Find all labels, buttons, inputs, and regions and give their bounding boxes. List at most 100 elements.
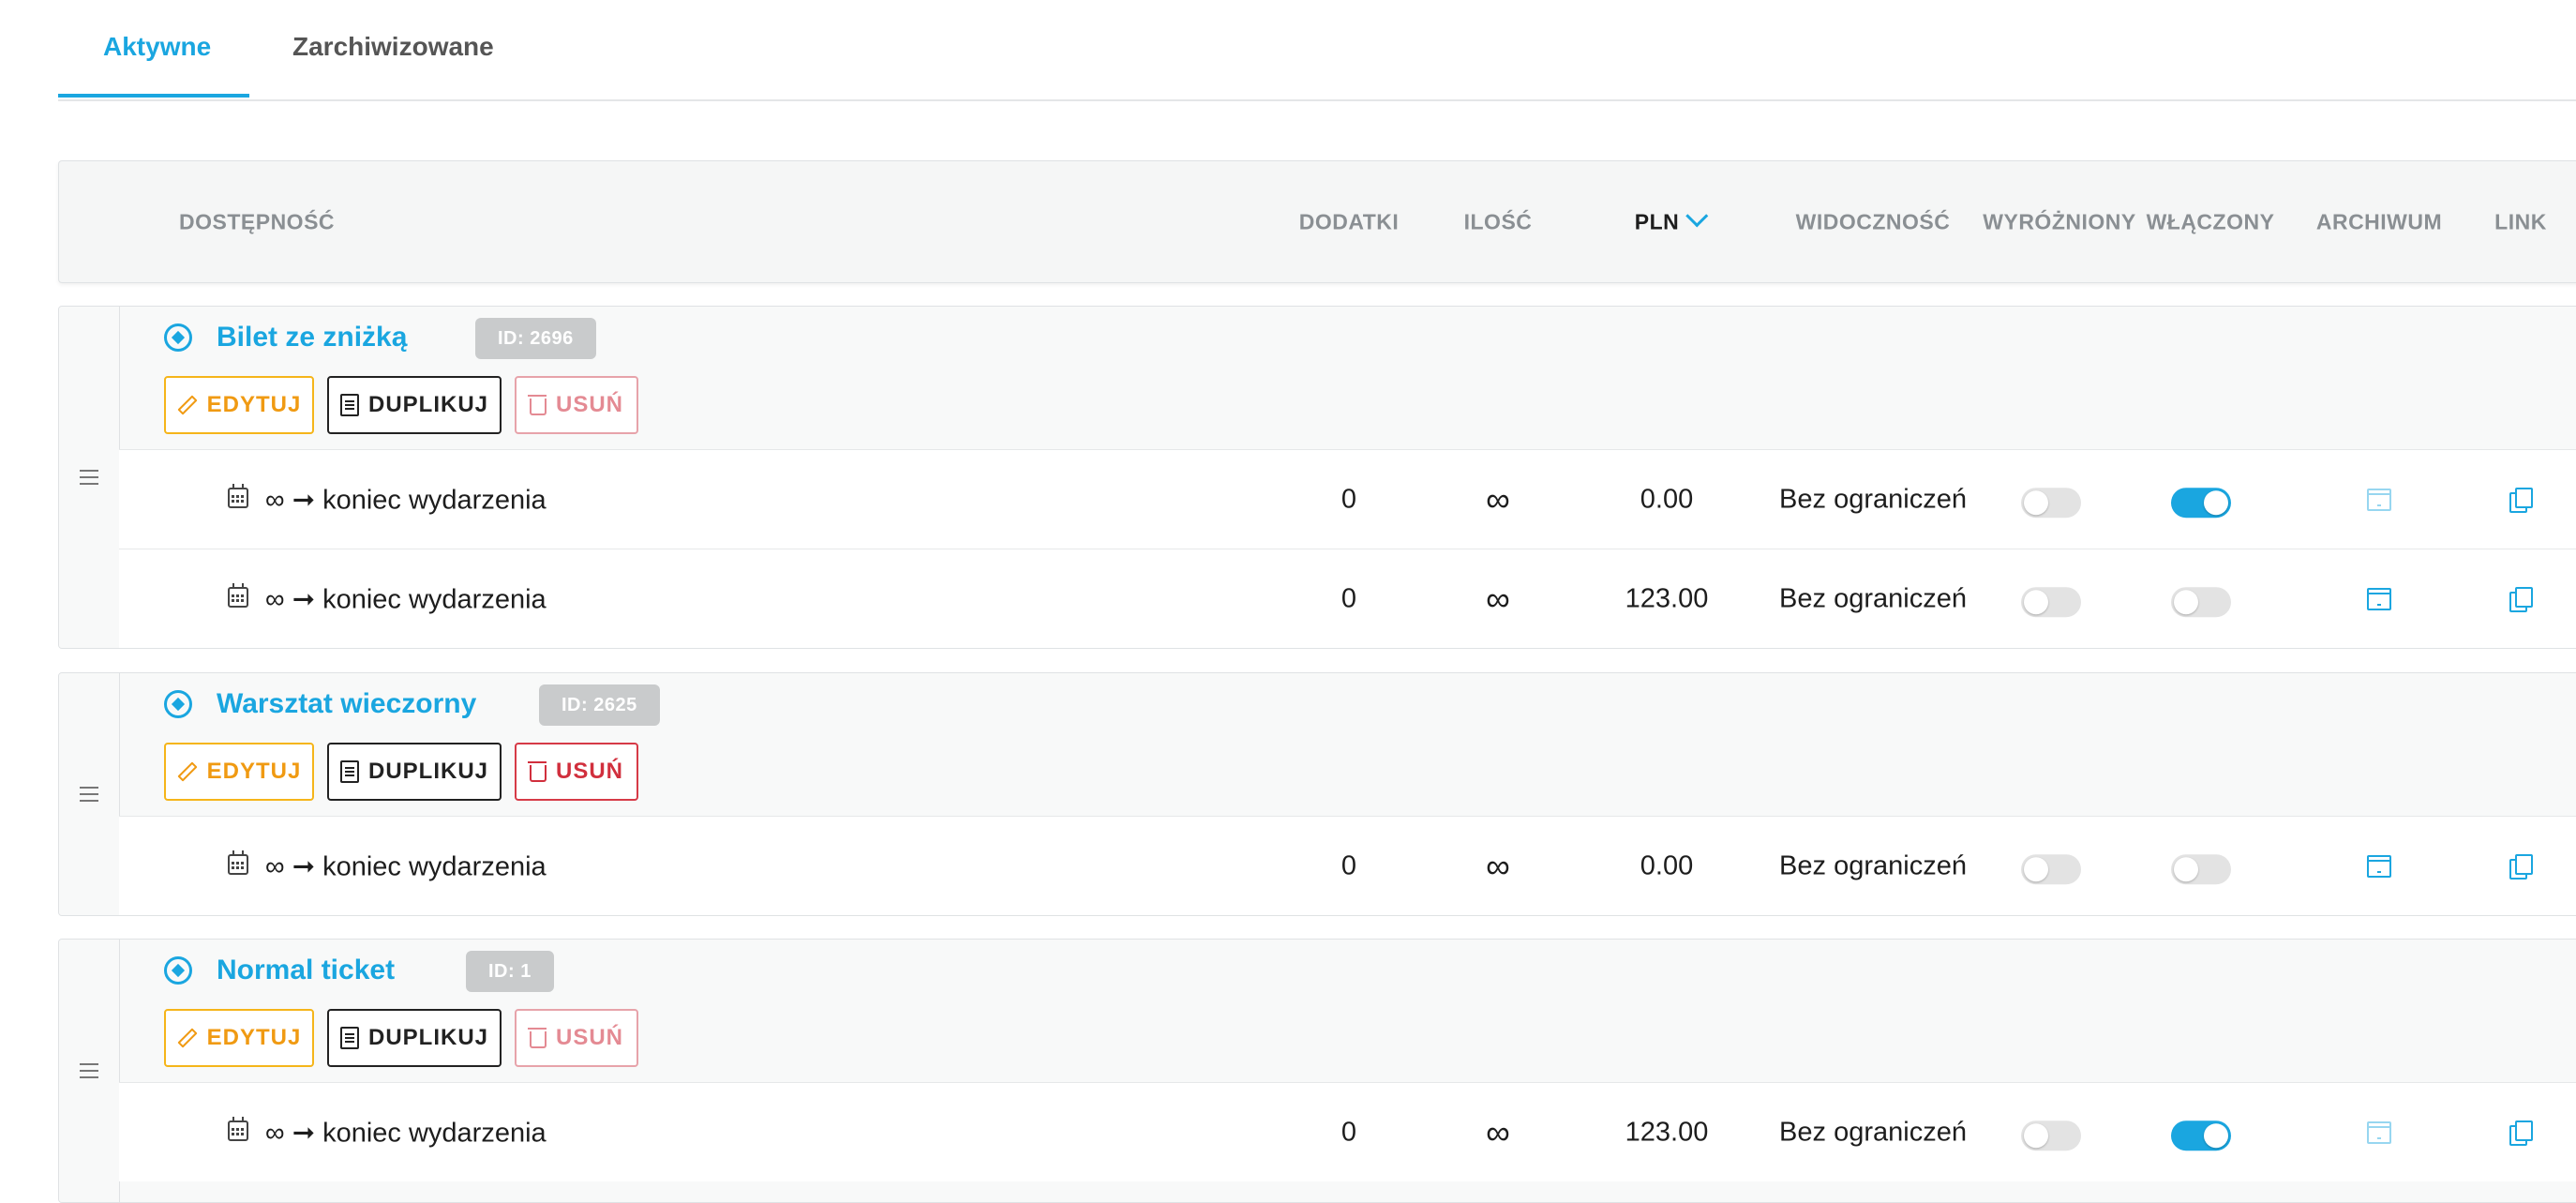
delete-button[interactable]: USUŃ xyxy=(515,743,638,801)
copy-link-icon[interactable] xyxy=(2509,487,2533,513)
chevron-down-icon xyxy=(1685,203,1708,227)
enabled-toggle[interactable] xyxy=(2171,487,2231,518)
calendar-icon xyxy=(228,484,248,508)
document-icon xyxy=(339,394,359,416)
calendar-icon xyxy=(228,1117,248,1141)
table-row: ∞ ➞ koniec wydarzenia 0 ∞ 123.00 Bez ogr… xyxy=(119,1082,2576,1181)
price-value: 123.00 xyxy=(1625,1117,1709,1147)
delete-button[interactable]: USUŃ xyxy=(515,1009,638,1067)
tab-aktywne[interactable]: Aktywne xyxy=(103,32,211,62)
quantity-value: ∞ xyxy=(1486,579,1510,618)
archive-icon[interactable] xyxy=(2367,587,2391,610)
duplicate-button-label: DUPLIKUJ xyxy=(367,392,488,417)
id-badge: ID: 2696 xyxy=(475,318,596,359)
pencil-icon xyxy=(177,761,198,782)
quantity-value: ∞ xyxy=(1486,479,1510,519)
column-featured: WYRÓŻNIONY xyxy=(1983,209,2136,233)
enabled-toggle[interactable] xyxy=(2171,853,2231,884)
edit-button-label: EDYTUJ xyxy=(206,759,302,784)
copy-link-icon[interactable] xyxy=(2509,853,2533,880)
addons-count: 0 xyxy=(1340,1117,1357,1147)
tab-zarchiwizowane[interactable]: Zarchiwizowane xyxy=(292,32,494,62)
quantity-value: ∞ xyxy=(1486,1112,1510,1151)
ticket-title[interactable]: Normal ticket xyxy=(217,955,395,986)
ticket-title[interactable]: Bilet ze zniżką xyxy=(217,322,407,353)
featured-toggle[interactable] xyxy=(2021,487,2081,518)
table-row: ∞ ➞ koniec wydarzenia 0 ∞ 0.00 Bez ogran… xyxy=(119,816,2576,915)
pencil-icon xyxy=(177,1028,198,1048)
edit-button[interactable]: EDYTUJ xyxy=(164,376,314,434)
quantity-value: ∞ xyxy=(1486,846,1510,885)
addons-count: 0 xyxy=(1340,583,1357,613)
column-price-label: PLN xyxy=(1634,209,1680,233)
ticket-group-header: Warsztat wieczorny ID: 2625 EDYTUJ DUPLI… xyxy=(119,673,2576,814)
visibility-value: Bez ograniczeń xyxy=(1779,583,1967,613)
trash-icon xyxy=(527,761,547,782)
archive-icon[interactable] xyxy=(2367,488,2391,511)
enabled-toggle[interactable] xyxy=(2171,586,2231,617)
tab-bar: Aktywne Zarchiwizowane xyxy=(58,0,2576,101)
table-row: ∞ ➞ koniec wydarzenia 0 ∞ 123.00 Bez ogr… xyxy=(119,549,2576,648)
document-icon xyxy=(339,760,359,783)
drag-handle-icon[interactable] xyxy=(59,673,120,915)
availability-range: ∞ ➞ koniec wydarzenia xyxy=(265,584,547,614)
copy-link-icon[interactable] xyxy=(2509,1120,2533,1146)
drag-handle-icon[interactable] xyxy=(59,940,120,1202)
column-link: LINK xyxy=(2494,209,2547,233)
price-value: 0.00 xyxy=(1640,484,1694,514)
duplicate-button[interactable]: DUPLIKUJ xyxy=(327,743,502,801)
duplicate-button-label: DUPLIKUJ xyxy=(367,1025,488,1050)
price-value: 0.00 xyxy=(1640,850,1694,880)
ticket-title[interactable]: Warsztat wieczorny xyxy=(217,688,476,720)
enabled-toggle[interactable] xyxy=(2171,1120,2231,1150)
active-tab-indicator xyxy=(58,94,249,98)
edit-button-label: EDYTUJ xyxy=(206,392,302,417)
drag-handle-icon[interactable] xyxy=(59,307,120,648)
trash-icon xyxy=(527,1028,547,1048)
ticket-icon xyxy=(164,690,192,718)
archive-icon[interactable] xyxy=(2367,854,2391,878)
table-header: DOSTĘPNOŚĆ DODATKI ILOŚĆ PLN WIDOCZNOŚĆ … xyxy=(58,160,2576,283)
document-icon xyxy=(339,1027,359,1049)
id-badge: ID: 2625 xyxy=(539,684,660,726)
column-visibility: WIDOCZNOŚĆ xyxy=(1795,209,1951,233)
visibility-value: Bez ograniczeń xyxy=(1779,850,1967,880)
edit-button[interactable]: EDYTUJ xyxy=(164,1009,314,1067)
price-value: 123.00 xyxy=(1625,583,1709,613)
ticket-icon xyxy=(164,323,192,352)
delete-button-label: USUŃ xyxy=(555,759,623,784)
ticket-group: Normal ticket ID: 1 EDYTUJ DUPLIKUJ USUŃ… xyxy=(58,939,2576,1203)
column-quantity: ILOŚĆ xyxy=(1463,209,1533,233)
column-archive: ARCHIWUM xyxy=(2315,209,2443,233)
featured-toggle[interactable] xyxy=(2021,1120,2081,1150)
ticket-group: Warsztat wieczorny ID: 2625 EDYTUJ DUPLI… xyxy=(58,672,2576,916)
column-addons: DODATKI xyxy=(1298,209,1400,233)
ticket-icon xyxy=(164,956,192,985)
duplicate-button[interactable]: DUPLIKUJ xyxy=(327,376,502,434)
edit-button[interactable]: EDYTUJ xyxy=(164,743,314,801)
delete-button-label: USUŃ xyxy=(555,1025,623,1050)
ticket-group: Bilet ze zniżką ID: 2696 EDYTUJ DUPLIKUJ… xyxy=(58,306,2576,649)
id-badge: ID: 1 xyxy=(466,951,554,992)
duplicate-button[interactable]: DUPLIKUJ xyxy=(327,1009,502,1067)
archive-icon[interactable] xyxy=(2367,1120,2391,1144)
availability-range: ∞ ➞ koniec wydarzenia xyxy=(265,485,547,515)
visibility-value: Bez ograniczeń xyxy=(1779,484,1967,514)
table-row: ∞ ➞ koniec wydarzenia 0 ∞ 0.00 Bez ogran… xyxy=(119,449,2576,549)
featured-toggle[interactable] xyxy=(2021,853,2081,884)
trash-icon xyxy=(527,395,547,415)
addons-count: 0 xyxy=(1340,850,1357,880)
edit-button-label: EDYTUJ xyxy=(206,1025,302,1050)
column-availability: DOSTĘPNOŚĆ xyxy=(179,209,336,233)
availability-range: ∞ ➞ koniec wydarzenia xyxy=(265,851,547,881)
pencil-icon xyxy=(177,395,198,415)
featured-toggle[interactable] xyxy=(2021,586,2081,617)
copy-link-icon[interactable] xyxy=(2509,586,2533,612)
column-enabled: WŁĄCZONY xyxy=(2146,209,2275,233)
delete-button[interactable]: USUŃ xyxy=(515,376,638,434)
column-price-sort[interactable]: PLN xyxy=(1634,203,1708,234)
calendar-icon xyxy=(228,850,248,875)
ticket-group-header: Bilet ze zniżką ID: 2696 EDYTUJ DUPLIKUJ… xyxy=(119,307,2576,447)
duplicate-button-label: DUPLIKUJ xyxy=(367,759,488,784)
calendar-icon xyxy=(228,583,248,608)
